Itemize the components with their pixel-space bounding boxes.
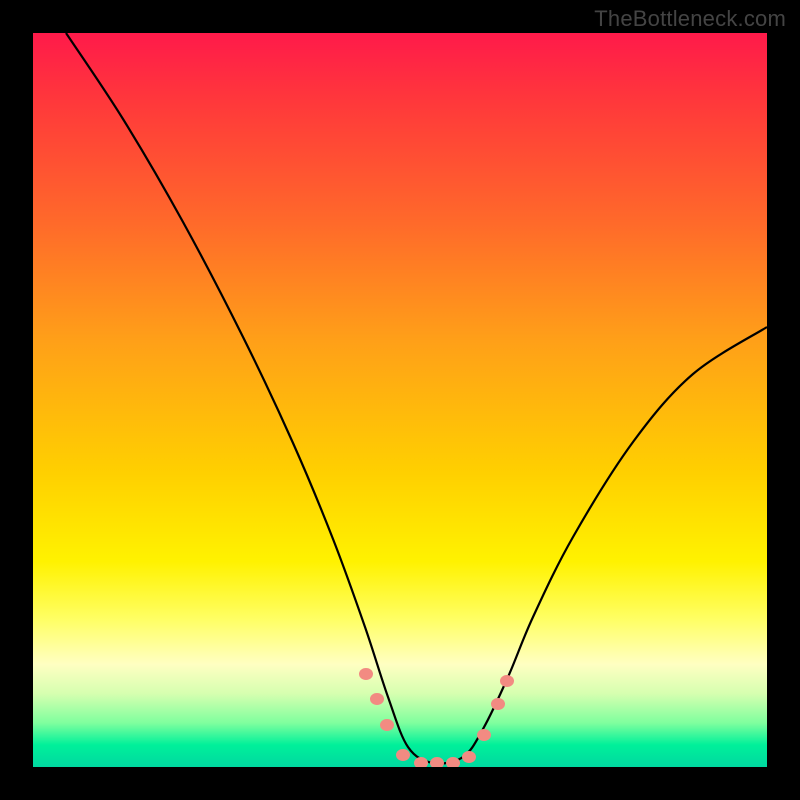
attribution-label: TheBottleneck.com	[594, 6, 786, 32]
chart-plot-area	[33, 33, 767, 767]
